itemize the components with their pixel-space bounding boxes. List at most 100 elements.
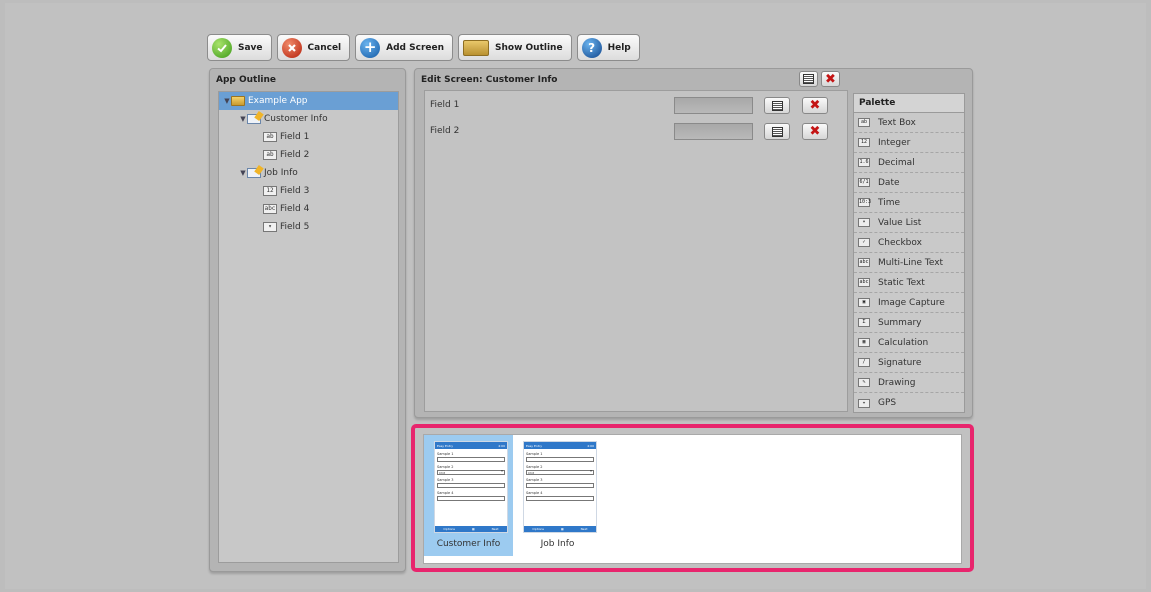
cancel-button[interactable]: Cancel <box>276 34 351 61</box>
palette-item-label: Calculation <box>878 337 929 348</box>
tree-item-field-4[interactable]: abc Field 4 <box>219 200 398 218</box>
palette-item-label: Multi-Line Text <box>878 257 944 268</box>
phone-keyboard-icon: ▦ <box>471 527 475 531</box>
tree-item-field-3[interactable]: 12 Field 3 <box>219 182 398 200</box>
phone-field-input <box>437 483 505 488</box>
edit-field-button[interactable] <box>764 123 790 140</box>
palette-item-static-text[interactable]: abc Static Text <box>854 273 964 293</box>
palette-item-value-list[interactable]: ▾ Value List <box>854 213 964 233</box>
tree-item-label: Field 1 <box>280 132 310 142</box>
palette-item-label: Signature <box>878 357 922 368</box>
palette-item-decimal[interactable]: 1.6 Decimal <box>854 153 964 173</box>
integer-icon: 12 <box>858 138 870 147</box>
phone-softkey-right: Next <box>491 527 499 531</box>
delete-icon: ✖ <box>809 124 821 139</box>
palette-item-multi-line-text[interactable]: abc Multi-Line Text <box>854 253 964 273</box>
edit-screen-properties-button[interactable] <box>799 71 818 87</box>
phone-field-input <box>526 496 594 501</box>
phone-select-value: Chit <box>528 471 535 475</box>
tree-item-field-1[interactable]: ab Field 1 <box>219 128 398 146</box>
screen-preview-highlight: Easy Entry 4:00 Sample 1 Sample 2 Chit S… <box>411 424 974 572</box>
expand-arrow-icon[interactable]: ▼ <box>239 169 247 177</box>
sigma-icon: Σ <box>858 318 870 327</box>
field-label: Field 1 <box>430 100 460 110</box>
phone-clock: 4:00 <box>587 443 594 448</box>
palette-item-image-capture[interactable]: ▣ Image Capture <box>854 293 964 313</box>
palette-item-date[interactable]: 6/1 Date <box>854 173 964 193</box>
palette-item-text-box[interactable]: ab Text Box <box>854 113 964 133</box>
palette-item-checkbox[interactable]: ✓ Checkbox <box>854 233 964 253</box>
palette-item-summary[interactable]: Σ Summary <box>854 313 964 333</box>
field-row[interactable]: Field 1 ✖ <box>425 97 849 117</box>
phone-field-label: Sample 4 <box>437 491 454 495</box>
palette-item-label: Text Box <box>878 117 916 128</box>
palette-item-time[interactable]: 10:3 Time <box>854 193 964 213</box>
phone-field-input <box>526 483 594 488</box>
tree-item-job-info[interactable]: ▼ Job Info <box>219 164 398 182</box>
edit-screen-title: Edit Screen: Customer Info <box>421 75 558 85</box>
tree-item-label: Job Info <box>264 168 298 178</box>
save-button[interactable]: Save <box>207 34 272 61</box>
show-outline-button[interactable]: Show Outline <box>458 34 572 61</box>
phone-app-name: Easy Entry <box>526 443 543 448</box>
satellite-icon: ✦ <box>858 398 870 408</box>
text-box-icon: ab <box>858 118 870 127</box>
phone-field-label: Sample 1 <box>437 452 454 456</box>
phone-field-label: Sample 3 <box>437 478 454 482</box>
palette-title: Palette <box>854 94 964 113</box>
expand-arrow-icon[interactable]: ▼ <box>223 97 231 105</box>
palette-item-calculation[interactable]: ▦ Calculation <box>854 333 964 353</box>
tree-item-label: Field 4 <box>280 204 310 214</box>
field-preview-box <box>674 97 753 114</box>
screen-thumbnail-caption: Job Info <box>540 539 575 549</box>
delete-field-button[interactable]: ✖ <box>802 123 828 140</box>
camera-icon: ▣ <box>858 298 870 307</box>
expand-arrow-icon[interactable]: ▼ <box>239 115 247 123</box>
field-row[interactable]: Field 2 ✖ <box>425 123 849 143</box>
edit-field-button[interactable] <box>764 97 790 114</box>
help-button[interactable]: ? Help <box>576 34 640 61</box>
phone-softkey-bar: Options ▦ Next <box>524 526 596 532</box>
delete-field-button[interactable]: ✖ <box>802 97 828 114</box>
app-outline-panel: App Outline ▼ Example App ▼ Customer Inf… <box>209 68 406 572</box>
palette-item-label: Value List <box>878 217 922 228</box>
tree-item-field-5[interactable]: ▾ Field 5 <box>219 218 398 236</box>
text-box-icon: ab <box>263 132 277 142</box>
delete-icon: ✖ <box>825 71 836 87</box>
help-icon: ? <box>581 37 602 58</box>
screen-field-list: Field 1 ✖ Field 2 ✖ <box>424 90 848 412</box>
phone-status-bar: Easy Entry 4:00 <box>524 442 596 449</box>
palette-item-gps[interactable]: ✦ GPS <box>854 393 964 413</box>
tree-item-label: Field 3 <box>280 186 310 196</box>
field-preview-box <box>674 123 753 140</box>
screen-thumbnail-customer-info[interactable]: Easy Entry 4:00 Sample 1 Sample 2 Chit S… <box>424 435 513 556</box>
phone-field-input <box>437 457 505 462</box>
phone-field-label: Sample 3 <box>526 478 543 482</box>
tree-item-label: Field 5 <box>280 222 310 232</box>
palette-item-integer[interactable]: 12 Integer <box>854 133 964 153</box>
tree-item-customer-info[interactable]: ▼ Customer Info <box>219 110 398 128</box>
palette-item-signature[interactable]: / Signature <box>854 353 964 373</box>
outline-tree[interactable]: ▼ Example App ▼ Customer Info ab Field 1… <box>218 91 399 563</box>
save-label: Save <box>238 42 263 53</box>
close-icon <box>281 37 302 58</box>
screen-thumbnail-job-info[interactable]: Easy Entry 4:00 Sample 1 Sample 2 Chit S… <box>513 435 602 556</box>
tree-item-field-2[interactable]: ab Field 2 <box>219 146 398 164</box>
toolbar: Save Cancel + Add Screen Show Outline ? … <box>207 34 640 61</box>
tree-item-label: Example App <box>248 96 308 106</box>
phone-keyboard-icon: ▦ <box>560 527 564 531</box>
palette-item-drawing[interactable]: ✎ Drawing <box>854 373 964 393</box>
add-screen-label: Add Screen <box>386 42 444 53</box>
phone-field-label: Sample 1 <box>526 452 543 456</box>
delete-screen-button[interactable]: ✖ <box>821 71 840 87</box>
tree-item-example-app[interactable]: ▼ Example App <box>219 92 398 110</box>
phone-preview: Easy Entry 4:00 Sample 1 Sample 2 Chit S… <box>434 441 508 533</box>
phone-softkey-right: Next <box>580 527 588 531</box>
text-box-icon: ab <box>263 150 277 160</box>
palette-item-label: Integer <box>878 137 911 148</box>
palette-item-label: Checkbox <box>878 237 922 248</box>
app-outline-title: App Outline <box>216 75 277 85</box>
palette-item-label: GPS <box>878 398 897 408</box>
help-label: Help <box>607 42 631 53</box>
add-screen-button[interactable]: + Add Screen <box>355 34 453 61</box>
